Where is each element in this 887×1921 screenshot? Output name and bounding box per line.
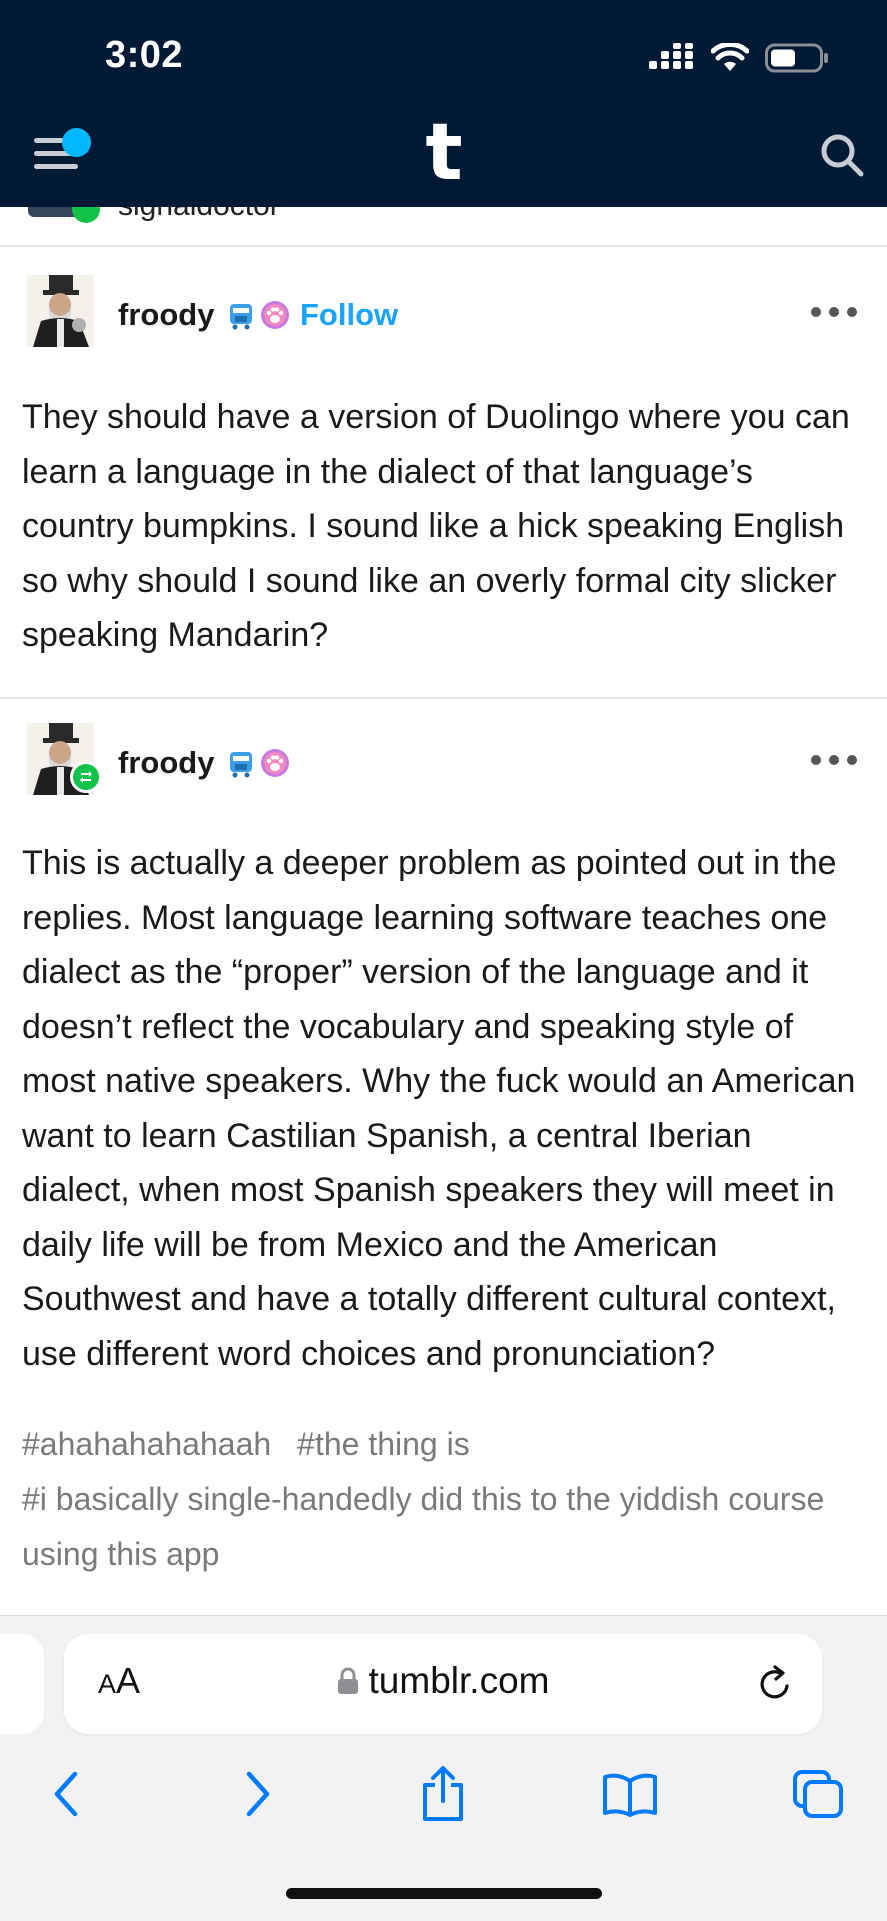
search-icon[interactable] (819, 132, 865, 178)
tabs-icon[interactable] (788, 1764, 848, 1824)
status-icons (649, 38, 829, 78)
cellular-signal-icon (649, 43, 693, 69)
address-bar[interactable]: AA tumblr.com (64, 1634, 822, 1734)
reload-icon[interactable] (756, 1664, 794, 1704)
previous-post-text: signaldoctor (118, 207, 280, 223)
blog-badges (226, 748, 290, 778)
url-display[interactable]: tumblr.com (64, 1660, 822, 1702)
more-options-icon[interactable] (811, 305, 857, 319)
post: froody Follow They should have a version… (0, 245, 887, 699)
blog-badges (226, 300, 290, 330)
sticker-badge-icon (230, 752, 252, 778)
blog-name[interactable]: froody (118, 297, 214, 333)
app-header: 3:02 t (0, 0, 887, 207)
home-indicator[interactable] (286, 1888, 602, 1899)
share-icon[interactable] (413, 1764, 473, 1824)
tag-link[interactable]: #ahahahahahaah (22, 1426, 271, 1462)
blog-name[interactable]: froody (118, 745, 214, 781)
notification-dot (62, 128, 91, 157)
battery-icon (765, 43, 828, 73)
bookmarks-icon[interactable] (600, 1764, 660, 1824)
post-body: This is actually a deeper problem as poi… (22, 844, 856, 1373)
post-tags: #ahahahahahaah #the thing is #i basically… (22, 1417, 867, 1582)
previous-post-stub: signaldoctor (0, 207, 887, 247)
lock-icon (337, 1667, 358, 1694)
avatar[interactable] (27, 275, 94, 347)
back-icon[interactable] (36, 1764, 96, 1824)
tag-link[interactable]: #i basically single-handedly did this to… (22, 1481, 824, 1572)
tag-link[interactable]: #the thing is (297, 1426, 470, 1462)
dashboard-feed[interactable]: signaldoctor froody (0, 207, 887, 1615)
post-body: They should have a version of Duolingo w… (22, 398, 850, 654)
sticker-badge-icon (230, 304, 252, 330)
reblog-icon (70, 761, 102, 793)
forward-icon[interactable] (228, 1764, 288, 1824)
tumblr-logo[interactable]: t (414, 114, 474, 192)
post: froody This is actually a deeper problem… (0, 697, 887, 1615)
previous-tab-peek[interactable] (0, 1634, 44, 1734)
follow-button[interactable]: Follow (300, 297, 398, 333)
reblog-badge-icon (72, 207, 100, 223)
browser-nav-row (0, 1764, 887, 1834)
more-options-icon[interactable] (811, 753, 857, 767)
browser-toolbar: AA tumblr.com (0, 1615, 887, 1921)
status-time: 3:02 (105, 34, 184, 76)
paw-badge-icon (261, 749, 289, 777)
wifi-icon (711, 43, 749, 71)
url-text: tumblr.com (368, 1660, 550, 1701)
paw-badge-icon (261, 301, 289, 329)
